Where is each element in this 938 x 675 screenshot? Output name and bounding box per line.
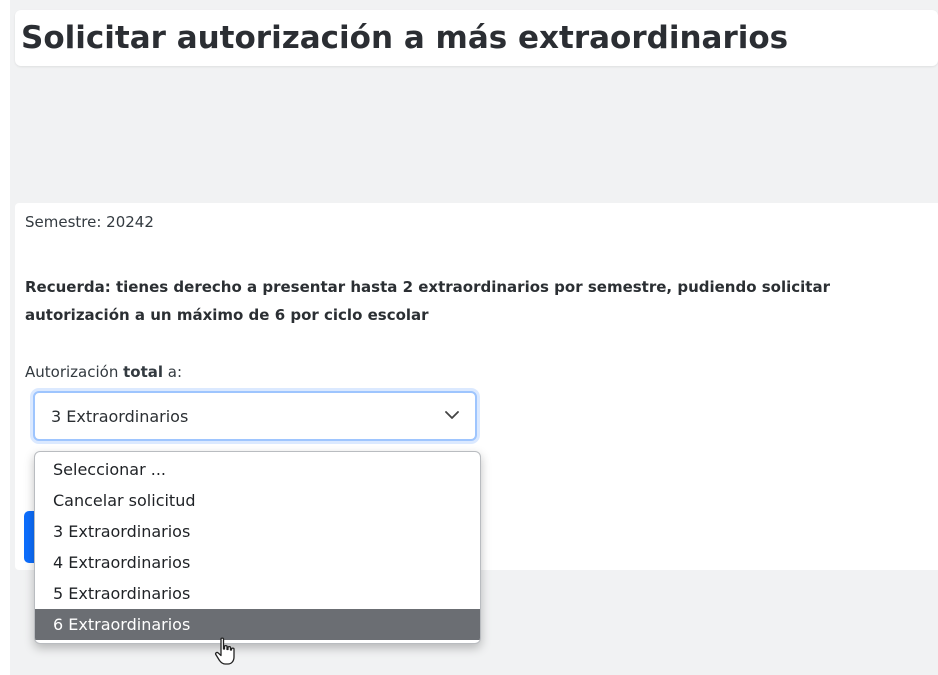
option-5-extraordinarios[interactable]: 5 Extraordinarios [35,578,480,609]
authorization-label: Autorización total a: [25,363,182,381]
select-current-value: 3 Extraordinarios [51,407,189,426]
semester-label: Semestre: 20242 [25,213,154,231]
chevron-down-icon [445,411,459,419]
page-title: Solicitar autorización a más extraordina… [21,20,789,56]
authorization-label-bold: total [123,363,164,381]
reminder-text: Recuerda: tienes derecho a presentar has… [25,278,830,324]
option-6-extraordinarios[interactable]: 6 Extraordinarios [35,609,480,640]
option-seleccionar[interactable]: Seleccionar ... [35,454,480,485]
authorization-label-suffix: a: [163,363,183,381]
option-4-extraordinarios[interactable]: 4 Extraordinarios [35,547,480,578]
cursor-pointer-icon [214,637,235,665]
authorization-label-prefix: Autorización [25,363,124,381]
authorization-select[interactable]: 3 Extraordinarios [33,391,477,441]
select-dropdown-list: Seleccionar ... Cancelar solicitud 3 Ext… [34,451,481,644]
page: Solicitar autorización a más extraordina… [0,0,938,675]
header-card: Solicitar autorización a más extraordina… [15,10,938,66]
option-cancelar-solicitud[interactable]: Cancelar solicitud [35,485,480,516]
option-3-extraordinarios[interactable]: 3 Extraordinarios [35,516,480,547]
